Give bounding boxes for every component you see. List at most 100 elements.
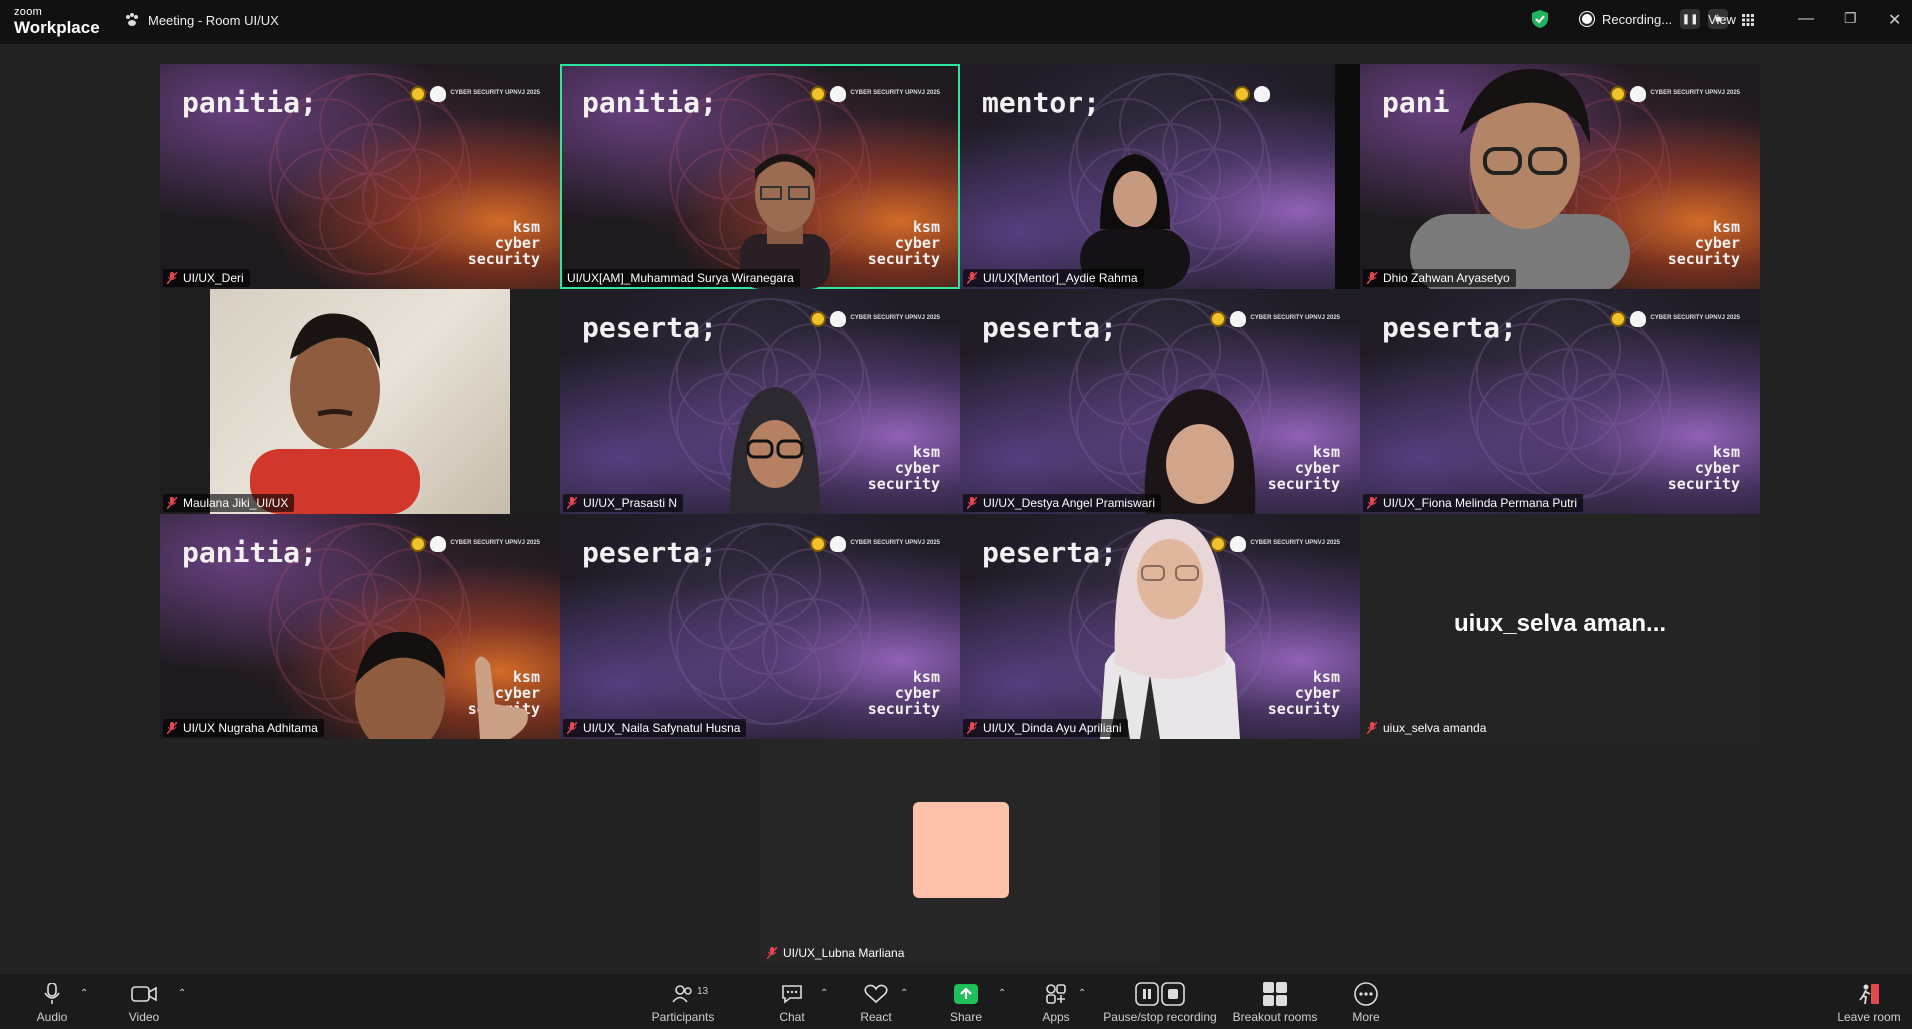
- participant-name-text: UI/UX Nugraha Adhitama: [183, 721, 318, 735]
- university-seal-icon: [810, 311, 827, 327]
- video-tile-active-speaker[interactable]: panitia; CYBER SECURITY UPNVJ 2025 ksm cy…: [560, 64, 960, 289]
- video-tile[interactable]: peserta; CYBER SECURITY UPNVJ 2025 ksm cy…: [960, 289, 1360, 514]
- event-badge: CYBER SECURITY UPNVJ 2025: [810, 86, 940, 102]
- participant-name-text: UI/UX_Deri: [183, 271, 244, 285]
- meeting-info[interactable]: Meeting - Room UI/UX: [124, 12, 279, 28]
- more-button[interactable]: More: [1346, 982, 1386, 1024]
- university-seal-icon: [810, 536, 827, 552]
- participant-name-text: UI/UX_Destya Angel Pramiswari: [983, 496, 1156, 510]
- tagline-line: cyber: [1294, 684, 1340, 702]
- tagline-line: ksm: [1712, 443, 1740, 461]
- apps-label: Apps: [1042, 1010, 1070, 1024]
- share-button[interactable]: Share: [946, 982, 986, 1024]
- video-tile[interactable]: peserta; CYBER SECURITY UPNVJ 2025 ksm cy…: [960, 514, 1360, 739]
- pause-stop-icon: [1135, 982, 1185, 1006]
- view-button[interactable]: View: [1708, 12, 1754, 27]
- participant-video: [1100, 519, 1240, 739]
- video-tile-avatar[interactable]: UI/UX_Lubna Marliana: [760, 739, 1160, 964]
- recording-label: Recording...: [1602, 11, 1673, 27]
- tagline-line: cyber: [1694, 459, 1740, 477]
- video-tile[interactable]: panitia; CYBER SECURITY UPNVJ 2025 ksm cy…: [160, 64, 560, 289]
- mic-muted-icon: [967, 272, 977, 284]
- react-options-caret-icon[interactable]: ⌃: [900, 988, 908, 999]
- chat-options-caret-icon[interactable]: ⌃: [820, 988, 828, 999]
- share-options-caret-icon[interactable]: ⌃: [998, 988, 1006, 999]
- leave-room-label: Leave room: [1837, 1010, 1901, 1024]
- chat-button[interactable]: Chat: [772, 982, 812, 1024]
- tagline-line: security: [1267, 475, 1340, 493]
- participant-name: UI/UX_Destya Angel Pramiswari: [963, 494, 1162, 512]
- role-label: panitia;: [582, 86, 717, 119]
- breakout-rooms-icon: [1263, 982, 1287, 1006]
- video-tile-camera-off[interactable]: uiux_selva aman... uiux_selva amanda: [1360, 514, 1760, 739]
- tagline-line: ksm: [912, 668, 940, 686]
- audio-options-caret-icon[interactable]: ⌃: [80, 988, 88, 999]
- brand-small: zoom: [14, 6, 43, 18]
- minimize-icon[interactable]: —: [1798, 10, 1814, 28]
- tagline-line: ksm: [512, 218, 540, 236]
- shield-icon: [1532, 10, 1548, 28]
- event-badge: [1234, 86, 1270, 102]
- participant-name: UI/UX[AM]_Muhammad Surya Wiranegara: [563, 269, 800, 287]
- mic-muted-icon: [1367, 272, 1377, 284]
- video-tile[interactable]: Maulana Jiki_UI/UX: [160, 289, 560, 514]
- badge-text: CYBER SECURITY UPNVJ 2025: [1650, 90, 1740, 97]
- video-tile[interactable]: peserta; CYBER SECURITY UPNVJ 2025 ksm cy…: [560, 289, 960, 514]
- video-stage: panitia; CYBER SECURITY UPNVJ 2025 ksm cy…: [0, 44, 1912, 974]
- mask-logo-icon: [430, 86, 447, 102]
- tagline-line: security: [467, 250, 540, 268]
- badge-text: CYBER SECURITY UPNVJ 2025: [850, 90, 940, 97]
- video-options-caret-icon[interactable]: ⌃: [178, 988, 186, 999]
- video-button[interactable]: Video: [124, 982, 164, 1024]
- participants-icon: [672, 985, 692, 1003]
- role-label: mentor;: [982, 86, 1101, 119]
- university-seal-icon: [410, 86, 427, 102]
- tagline-line: security: [1667, 250, 1740, 268]
- tagline-line: cyber: [1294, 459, 1340, 477]
- leave-room-button[interactable]: Leave room: [1834, 982, 1904, 1024]
- video-tile[interactable]: mentor; UI/UX[Mentor]_Aydie Rahma: [960, 64, 1360, 289]
- breakout-rooms-button[interactable]: Breakout rooms: [1230, 982, 1320, 1024]
- mask-logo-icon: [1230, 311, 1247, 327]
- microphone-icon: [44, 983, 60, 1004]
- participant-name: UI/UX_Lubna Marliana: [763, 944, 910, 962]
- badge-text: CYBER SECURITY UPNVJ 2025: [450, 90, 540, 97]
- participant-name-text: UI/UX_Lubna Marliana: [783, 946, 905, 960]
- apps-button[interactable]: Apps: [1036, 982, 1076, 1024]
- pause-recording-icon[interactable]: ❚❚: [1680, 9, 1701, 29]
- close-icon[interactable]: ✕: [1888, 10, 1901, 30]
- video-label: Video: [128, 1010, 160, 1024]
- video-tile[interactable]: peserta; CYBER SECURITY UPNVJ 2025 ksm cy…: [560, 514, 960, 739]
- university-seal-icon: [1234, 86, 1250, 102]
- audio-button[interactable]: Audio: [32, 982, 72, 1024]
- restore-icon[interactable]: ❐: [1844, 10, 1857, 27]
- more-dots-icon: [1354, 982, 1378, 1006]
- video-tile[interactable]: peserta; CYBER SECURITY UPNVJ 2025 ksm cy…: [1360, 289, 1760, 514]
- video-tile[interactable]: panitia; CYBER SECURITY UPNVJ 2025 ksm cy…: [160, 514, 560, 739]
- view-label: View: [1708, 12, 1736, 27]
- mask-logo-icon: [830, 311, 847, 327]
- paw-icon: [126, 13, 138, 26]
- participant-name-text: Maulana Jiki_UI/UX: [183, 496, 289, 510]
- chat-bubble-icon: [782, 985, 802, 1004]
- tagline-line: ksm: [1312, 668, 1340, 686]
- apps-options-caret-icon[interactable]: ⌃: [1078, 988, 1086, 999]
- mic-muted-icon: [967, 497, 977, 509]
- role-label: panitia;: [182, 86, 317, 119]
- apps-icon: [1046, 984, 1066, 1004]
- video-tile[interactable]: pani CYBER SECURITY UPNVJ 2025 ksm cyber s…: [1360, 64, 1760, 289]
- university-seal-icon: [410, 536, 427, 552]
- badge-text: CYBER SECURITY UPNVJ 2025: [450, 540, 540, 547]
- react-button[interactable]: React: [856, 982, 896, 1024]
- share-label: Share: [949, 1010, 983, 1024]
- pause-stop-recording-button[interactable]: Pause/stop recording: [1100, 982, 1220, 1024]
- more-label: More: [1352, 1010, 1380, 1024]
- tagline-line: cyber: [494, 234, 540, 252]
- participant-name: Maulana Jiki_UI/UX: [163, 494, 295, 512]
- participant-video: [355, 631, 528, 739]
- event-badge: CYBER SECURITY UPNVJ 2025: [1610, 311, 1740, 327]
- tagline-line: cyber: [894, 684, 940, 702]
- tagline: ksmcybersecurity: [868, 444, 940, 492]
- participant-name: UI/UX Nugraha Adhitama: [163, 719, 324, 737]
- participant-name-text: UI/UX[AM]_Muhammad Surya Wiranegara: [567, 271, 794, 285]
